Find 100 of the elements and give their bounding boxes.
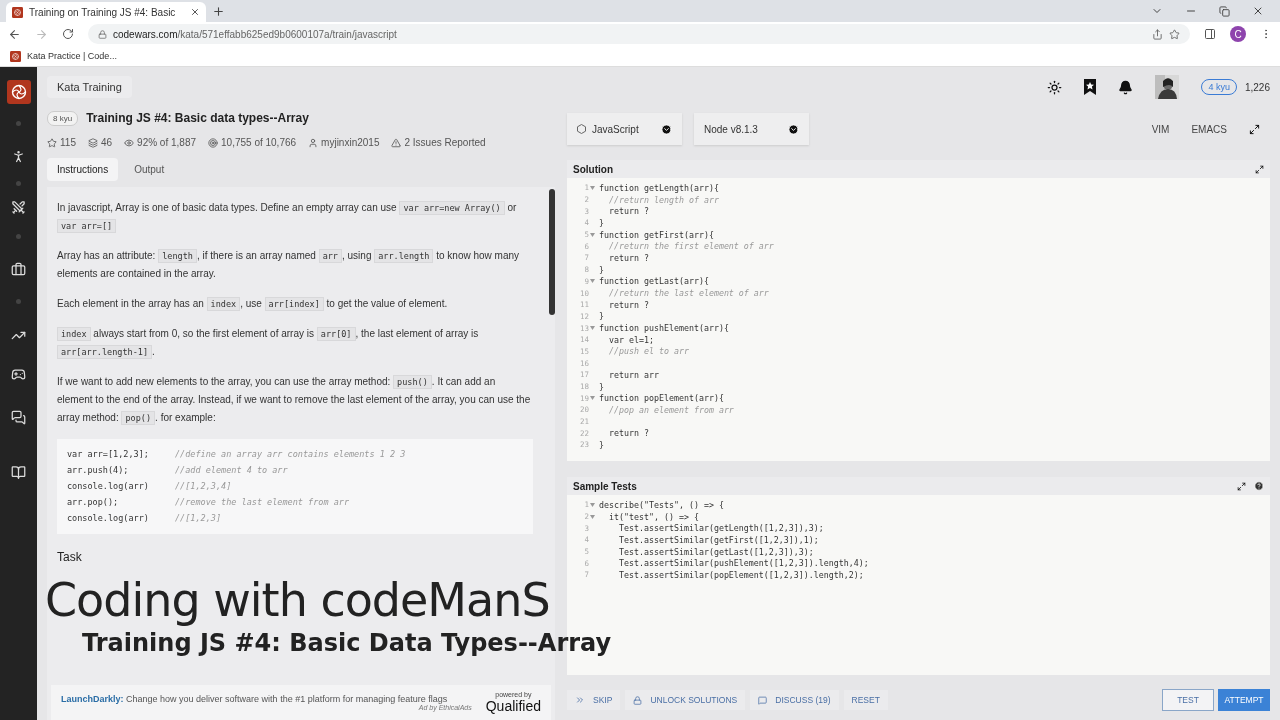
- fullscreen-icon[interactable]: [1237, 481, 1246, 491]
- profile-avatar[interactable]: C: [1230, 26, 1246, 42]
- code-comment: //return length of arr: [608, 194, 719, 205]
- stat-value: myjinxin2015: [321, 137, 380, 148]
- fold-icon[interactable]: [590, 326, 595, 331]
- code-line: console.log(arr): [67, 512, 150, 525]
- nav-dot: [16, 180, 21, 186]
- star-icon: [47, 137, 57, 148]
- panel-title: Sample Tests: [573, 480, 638, 492]
- site-icon: [10, 50, 21, 62]
- code-comment: //return the last element of arr: [608, 288, 769, 299]
- action-button[interactable]: UNLOCK SOLUTIONS: [625, 690, 746, 710]
- code-line: function getLast(arr){: [598, 276, 709, 287]
- code-line: return arr: [608, 369, 659, 380]
- scrollbar[interactable]: [549, 189, 555, 315]
- fullscreen-icon[interactable]: [1249, 123, 1260, 135]
- code-line: Test.assertSimilar(getLength([1,2,3]),3);: [617, 523, 824, 534]
- version-select[interactable]: Node v8.1.3: [694, 113, 809, 145]
- restore-icon[interactable]: [1219, 5, 1230, 17]
- fold-icon[interactable]: [590, 514, 595, 519]
- reload-icon[interactable]: [62, 28, 74, 40]
- code-line: }: [598, 217, 604, 228]
- bookmark-star-icon[interactable]: [1169, 28, 1180, 40]
- code-line: Test.assertSimilar(pushElement([1,2,3]).length,4);: [617, 558, 869, 569]
- tab[interactable]: Output: [124, 158, 175, 181]
- fold-icon[interactable]: [590, 232, 595, 237]
- code-line: return ?: [608, 299, 649, 310]
- instruction-paragraph: In javascript, Array is one of basic data types. Define an empty array can use var arr=new Array() or var arr=[]: [57, 200, 518, 235]
- section-heading: Task: [57, 550, 82, 564]
- code-line: return ?: [608, 206, 649, 217]
- layers-icon: [87, 137, 98, 148]
- stat-value: 115: [60, 137, 76, 148]
- bell-icon[interactable]: [1118, 79, 1134, 95]
- panel-title: Solution: [573, 163, 614, 175]
- fold-icon[interactable]: [590, 502, 595, 507]
- target-icon: [208, 137, 218, 148]
- code-line: var el=1;: [608, 334, 654, 345]
- code-comment: //[1,2,3]: [175, 512, 222, 525]
- language-select[interactable]: JavaScript: [567, 113, 682, 145]
- action-button[interactable]: RESET: [843, 690, 888, 710]
- instruction-paragraph: If we want to add new elements to the array, you can use the array method: push() . It can add an element to the end of the array. Instead, if we want to remove the last element of the array, you can use the array method: pop() . for example:: [57, 374, 532, 427]
- fold-icon[interactable]: [590, 279, 595, 284]
- code-line: function popElement(arr){: [598, 393, 724, 404]
- test-button[interactable]: TEST: [1162, 689, 1214, 711]
- action-button[interactable]: DISCUSS (19): [750, 690, 839, 710]
- code-comment: //remove the last element from arr: [175, 496, 349, 509]
- codewars-logo[interactable]: [6, 80, 31, 104]
- stat-value: 2 Issues Reported: [404, 137, 486, 148]
- code-comment: //define an array arr contains elements 1 2 3: [175, 448, 406, 461]
- help-icon[interactable]: [1254, 481, 1264, 491]
- fast-forward-icon: [575, 695, 585, 705]
- browser-tab[interactable]: Training on Training JS #4: Basic: [6, 2, 206, 22]
- fullscreen-icon[interactable]: [1255, 164, 1264, 174]
- eye-icon: [124, 137, 135, 148]
- close-icon[interactable]: [190, 7, 200, 17]
- close-icon[interactable]: [1252, 5, 1264, 17]
- code-line: function pushElement(arr){: [598, 323, 729, 334]
- instruction-paragraph: index always start from 0, so the first element of array is arr[0] , the last element of array is arr[arr.length-1] .: [57, 325, 533, 361]
- lock-icon: [98, 29, 107, 39]
- back-icon[interactable]: [8, 27, 21, 41]
- chevron-down-icon: [788, 123, 799, 135]
- book-icon[interactable]: [11, 464, 26, 480]
- address-bar[interactable]: codewars.com/kata/571effabb625ed9b0600107a/train/javascript: [88, 24, 1190, 44]
- swords-icon[interactable]: [11, 199, 26, 215]
- instruction-paragraph: Each element in the array has an index , use arr[index] to get the value of element.: [57, 296, 449, 313]
- warning-icon: [391, 137, 402, 148]
- fold-icon[interactable]: [590, 396, 595, 401]
- new-tab-icon[interactable]: [212, 4, 225, 18]
- code-line: Test.assertSimilar(getLast([1,2,3]),3);: [617, 546, 814, 557]
- editor-mode-link[interactable]: VIM: [1151, 123, 1170, 135]
- code-line: it("test", () => {: [608, 511, 699, 522]
- chat-icon[interactable]: [11, 409, 26, 425]
- fold-icon[interactable]: [590, 185, 595, 190]
- code-line: arr.push(4);: [67, 464, 130, 477]
- lock-icon: [633, 695, 643, 705]
- bookmark-link[interactable]: Kata Practice | Code...: [27, 51, 117, 61]
- instruction-paragraph: Array has an attribute: length , if there is an array named arr , using arr.length to know how many elements are contained in the array.: [57, 248, 521, 281]
- kata-title: Training JS #4: Basic data types--Array: [86, 111, 309, 125]
- breadcrumb: Kata Training: [47, 76, 132, 98]
- code-line: Test.assertSimilar(getFirst([1,2,3]),1);: [617, 534, 819, 545]
- bookmark-star-icon[interactable]: [1084, 79, 1097, 95]
- nav-dot: [16, 298, 21, 304]
- side-panel-icon[interactable]: [1204, 28, 1216, 40]
- code-line: return ?: [608, 428, 649, 439]
- editor-mode-link[interactable]: EMACS: [1191, 123, 1227, 135]
- code-comment: //pop an element from arr: [608, 404, 734, 415]
- tab[interactable]: Instructions: [47, 158, 119, 181]
- sun-icon[interactable]: [1047, 79, 1063, 95]
- briefcase-icon[interactable]: [11, 261, 26, 277]
- chat-icon: [758, 695, 768, 705]
- action-button[interactable]: SKIP: [567, 690, 621, 710]
- code-line: console.log(arr): [67, 480, 150, 493]
- share-icon[interactable]: [1152, 28, 1163, 40]
- chevron-down-icon: [661, 123, 672, 135]
- code-line: }: [598, 381, 604, 392]
- code-line: describe("Tests", () => {: [598, 499, 724, 510]
- person-icon[interactable]: [11, 148, 26, 164]
- code-comment: //add element 4 to arr: [175, 464, 288, 477]
- attempt-button[interactable]: ATTEMPT: [1218, 689, 1270, 711]
- gamepad-icon[interactable]: [11, 366, 26, 382]
